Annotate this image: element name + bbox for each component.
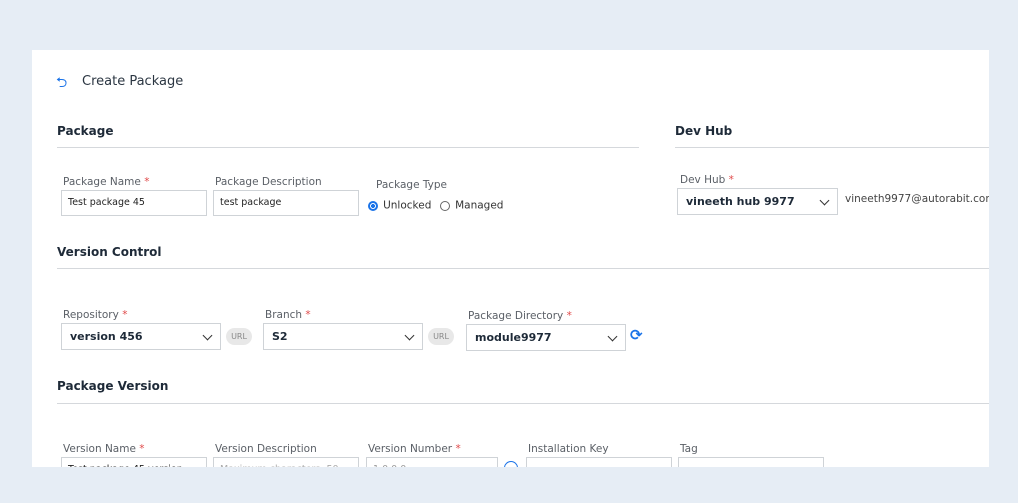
info-icon[interactable] [504, 461, 518, 467]
radio-unselected-icon [440, 200, 450, 211]
section-title-version-control: Version Control [57, 245, 162, 259]
tag-label: Tag [680, 443, 698, 455]
page-title: Create Package [82, 74, 184, 89]
divider [57, 403, 989, 404]
chevron-down-icon [819, 195, 830, 206]
radio-managed[interactable]: Managed [440, 195, 503, 214]
divider [675, 147, 989, 148]
branch-select[interactable]: S2 [263, 323, 423, 350]
version-description-label: Version Description [215, 443, 317, 455]
version-name-label: Version Name * [63, 443, 145, 455]
create-package-card: ⮌ Create Package Package Package Name * … [32, 50, 989, 467]
repository-label: Repository * [63, 309, 128, 321]
section-title-package: Package [57, 124, 114, 138]
package-type-label: Package Type [376, 179, 447, 191]
version-number-input[interactable]: 1.0.0.0 [366, 457, 498, 467]
package-description-label: Package Description [215, 176, 322, 188]
package-description-input[interactable]: test package [213, 190, 359, 216]
package-directory-select[interactable]: module9977 [466, 324, 626, 351]
repository-select[interactable]: version 456 [61, 323, 221, 350]
divider [57, 147, 639, 148]
package-name-label: Package Name * [63, 176, 150, 188]
branch-url-button[interactable]: URL [428, 328, 454, 345]
repository-url-button[interactable]: URL [226, 328, 252, 345]
chevron-down-icon [607, 331, 618, 342]
package-name-input[interactable]: Test package 45 [61, 190, 207, 216]
version-description-input[interactable]: Maximum characters: 50 [213, 457, 359, 467]
installation-key-input[interactable] [526, 457, 672, 467]
version-name-input[interactable]: Test package 45 version [61, 457, 207, 467]
chevron-down-icon [202, 330, 213, 341]
devhub-email: vineeth9977@autorabit.com [845, 193, 989, 205]
package-directory-label: Package Directory * [468, 310, 572, 322]
tag-input[interactable] [678, 457, 824, 467]
divider [57, 268, 989, 269]
radio-selected-icon [368, 200, 378, 211]
devhub-select[interactable]: vineeth hub 9977 [677, 188, 838, 215]
refresh-icon[interactable]: ⟳ [630, 326, 643, 344]
chevron-down-icon [404, 330, 415, 341]
radio-unlocked[interactable]: Unlocked [368, 195, 431, 214]
version-number-label: Version Number * [368, 443, 461, 455]
back-arrow-icon[interactable]: ⮌ [56, 72, 67, 96]
branch-label: Branch * [265, 309, 311, 321]
installation-key-label: Installation Key [528, 443, 609, 455]
section-title-devhub: Dev Hub [675, 124, 733, 138]
section-title-package-version: Package Version [57, 379, 169, 393]
devhub-label: Dev Hub * [680, 174, 734, 186]
